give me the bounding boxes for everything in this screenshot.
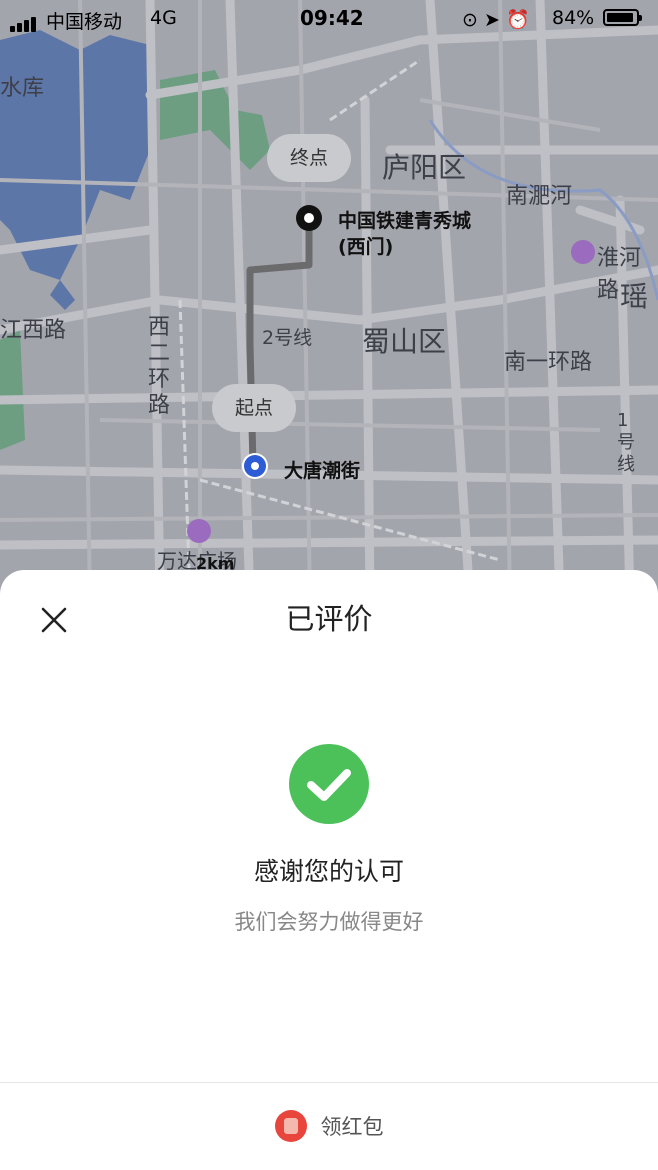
- map-canvas: [0, 0, 658, 600]
- shopping-poi-icon: [571, 240, 595, 264]
- success-check-icon: [289, 744, 369, 824]
- water-area: [50, 280, 75, 310]
- map-label-line2: 2号线: [262, 327, 313, 349]
- shopping-poi-icon: [187, 519, 211, 543]
- map-label-luyang: 庐阳区: [382, 151, 467, 184]
- map-label-nan1huan: 南一环路: [504, 350, 593, 375]
- red-packet-label: 领红包: [320, 1115, 384, 1139]
- status-icons: ⊙ ➤ ⏰: [462, 8, 530, 31]
- destination-name: 中国铁建青秀城: [338, 210, 472, 232]
- map-label-jiangxi: 江西路: [0, 318, 67, 343]
- divider: [0, 1082, 658, 1083]
- map-label-line1: 1号线: [617, 410, 635, 475]
- thanks-subtitle: 我们会努力做得更好: [234, 910, 424, 934]
- status-bar: 中国移动 4G 09:42 ⊙ ➤ ⏰ 84%: [0, 0, 658, 36]
- battery-icon: [603, 9, 642, 26]
- thanks-message: 感谢您的认可: [253, 857, 404, 886]
- clock: 09:42: [300, 6, 364, 30]
- rotation-lock-icon: ⊙: [462, 9, 478, 31]
- carrier-name: 中国移动: [46, 11, 123, 33]
- map-label-yao: 瑶: [620, 280, 649, 313]
- map-label-nanfeihe: 南淝河: [506, 184, 573, 209]
- battery-percent: 84%: [552, 7, 595, 29]
- sheet-title: 已评价: [285, 602, 373, 636]
- start-point-label: 起点: [212, 384, 296, 432]
- origin-name: 大唐潮街: [284, 460, 361, 482]
- red-packet-button[interactable]: 领红包: [0, 1106, 658, 1146]
- signal-icon: [10, 10, 38, 32]
- end-point-label: 终点: [267, 134, 351, 182]
- map-view[interactable]: 中国移动 4G 09:42 ⊙ ➤ ⏰ 84% 水库 庐阳区 南淝河 淮河路 瑶…: [0, 0, 658, 600]
- map-label-xi2huan: 西二环路: [148, 315, 171, 418]
- park-area: [0, 330, 25, 450]
- rating-sheet: 已评价 感谢您的认可 我们会努力做得更好 领红包: [0, 570, 658, 1170]
- destination-sub: (西门): [338, 236, 394, 258]
- red-packet-icon: [274, 1110, 307, 1142]
- location-arrow-icon: ➤: [483, 9, 500, 31]
- alarm-icon: ⏰: [505, 9, 530, 31]
- map-label-shushan: 蜀山区: [362, 325, 447, 358]
- map-label-ku: 水库: [0, 76, 45, 101]
- network-type: 4G: [150, 7, 177, 29]
